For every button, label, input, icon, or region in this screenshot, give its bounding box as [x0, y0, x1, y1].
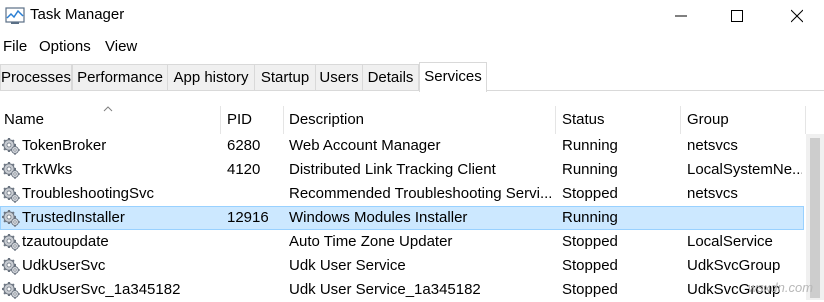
cell-status: Stopped [562, 185, 618, 202]
window-title: Task Manager [30, 6, 125, 23]
service-gear-icon [2, 209, 20, 227]
watermark: wsxdn.com [748, 280, 814, 295]
tab-app-history[interactable]: App history [167, 64, 255, 91]
cell-description: Windows Modules Installer [289, 209, 468, 226]
table-row-selected[interactable]: TrustedInstaller 12916 Windows Modules I… [0, 206, 804, 230]
tab-startup[interactable]: Startup [254, 64, 316, 91]
column-header-group[interactable]: Group [687, 106, 729, 134]
column-separator[interactable] [555, 106, 556, 134]
cell-group: LocalSystemNe... [687, 161, 802, 178]
cell-name: TrustedInstaller [22, 209, 125, 226]
service-gear-icon [2, 281, 20, 299]
column-separator[interactable] [805, 106, 806, 134]
service-gear-icon [2, 257, 20, 275]
maximize-button[interactable] [714, 0, 760, 32]
cell-pid [227, 278, 281, 302]
cell-pid [227, 254, 281, 278]
tab-processes[interactable]: Processes [0, 64, 72, 91]
menu-options[interactable]: Options [39, 38, 91, 55]
close-icon [791, 9, 803, 23]
table-row[interactable]: UdkUserSvc Udk User Service Stopped UdkS… [0, 254, 804, 278]
table-row[interactable]: tzautoupdate Auto Time Zone Updater Stop… [0, 230, 804, 254]
cell-name: tzautoupdate [22, 233, 109, 250]
column-header-name[interactable]: Name [4, 106, 44, 134]
minimize-button[interactable] [658, 0, 704, 32]
cell-pid: 6280 [227, 137, 261, 154]
cell-name: UdkUserSvc [22, 257, 106, 274]
tab-performance[interactable]: Performance [72, 64, 168, 91]
cell-group [687, 206, 802, 230]
table-row[interactable]: TroubleshootingSvc Recommended Troublesh… [0, 182, 804, 206]
service-gear-icon [2, 185, 20, 203]
tab-users[interactable]: Users [315, 64, 363, 91]
column-header-pid[interactable]: PID [227, 106, 252, 134]
maximize-icon [731, 10, 743, 22]
service-gear-icon [2, 137, 20, 155]
cell-group: LocalService [687, 233, 773, 250]
tab-details[interactable]: Details [362, 64, 419, 91]
cell-description: Auto Time Zone Updater [289, 233, 453, 250]
column-header-status[interactable]: Status [562, 106, 605, 134]
service-gear-icon [2, 233, 20, 251]
cell-status: Stopped [562, 257, 618, 274]
vertical-scrollbar[interactable] [806, 134, 824, 300]
cell-name: TrkWks [22, 161, 73, 178]
menu-view[interactable]: View [105, 38, 137, 55]
column-header-description[interactable]: Description [289, 106, 364, 134]
cell-group: netsvcs [687, 137, 738, 154]
sort-ascending-icon [103, 106, 113, 112]
cell-status: Running [562, 137, 618, 154]
cell-description: Distributed Link Tracking Client [289, 161, 496, 178]
service-gear-icon [2, 161, 20, 179]
cell-pid [227, 230, 281, 254]
tab-services[interactable]: Services [419, 62, 487, 92]
cell-status: Running [562, 161, 618, 178]
cell-status: Stopped [562, 233, 618, 250]
cell-pid: 4120 [227, 161, 261, 178]
cell-name: TroubleshootingSvc [22, 185, 155, 202]
cell-name: TokenBroker [22, 137, 107, 154]
column-separator[interactable] [680, 106, 681, 134]
table-row[interactable]: TrkWks 4120 Distributed Link Tracking Cl… [0, 158, 804, 182]
minimize-icon [675, 15, 687, 17]
cell-group: netsvcs [687, 185, 738, 202]
tab-strip: Processes Performance App history Startu… [0, 62, 824, 92]
tab-divider [0, 90, 824, 91]
cell-description: Web Account Manager [289, 137, 441, 154]
scrollbar-thumb[interactable] [810, 138, 820, 298]
cell-pid [227, 182, 281, 206]
menu-file[interactable]: File [3, 38, 27, 55]
close-button[interactable] [774, 0, 820, 32]
cell-description: Udk User Service_1a345182 [289, 281, 481, 298]
cell-pid: 12916 [227, 209, 269, 226]
column-separator[interactable] [220, 106, 221, 134]
table-row[interactable]: TokenBroker 6280 Web Account Manager Run… [0, 134, 804, 158]
cell-description: Recommended Troubleshooting Servi... [289, 185, 551, 202]
cell-status: Running [562, 209, 618, 226]
table-row[interactable]: UdkUserSvc_1a345182 Udk User Service_1a3… [0, 278, 804, 302]
task-manager-icon [5, 7, 25, 24]
services-table: Name PID Description Status Group TokenB… [0, 106, 824, 300]
cell-name: UdkUserSvc_1a345182 [22, 281, 181, 298]
table-header: Name PID Description Status Group [0, 106, 824, 134]
cell-group: UdkSvcGroup [687, 257, 781, 274]
column-separator[interactable] [283, 106, 284, 134]
title-bar[interactable]: Task Manager [0, 0, 824, 32]
cell-description: Udk User Service [289, 257, 406, 274]
cell-status: Stopped [562, 281, 618, 298]
